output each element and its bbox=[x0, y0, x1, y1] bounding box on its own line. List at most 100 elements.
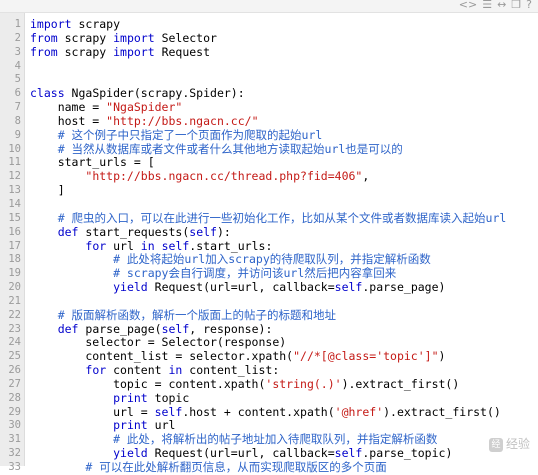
line-number: 19 bbox=[8, 267, 21, 280]
code-text: print topic bbox=[30, 390, 190, 406]
code-line: 5 bbox=[0, 73, 538, 87]
code-text: "http://bbs.ngacn.cc/thread.php?fid=406"… bbox=[30, 169, 369, 184]
line-number: 33 bbox=[8, 461, 21, 473]
line-number: 20 bbox=[8, 281, 21, 294]
code-text: # 爬虫的入口，可以在此进行一些初始化工作，比如从某个文件或者数据库读入起始ur… bbox=[30, 210, 507, 226]
code-line: 25 content_list = selector.xpath("//*[@c… bbox=[0, 349, 538, 364]
code-token: self bbox=[334, 280, 363, 295]
code-token: content bbox=[106, 363, 169, 378]
code-text: yield Request(url=url, callback=self.par… bbox=[30, 446, 453, 461]
code-token: for bbox=[85, 238, 107, 253]
code-token: Request bbox=[154, 44, 211, 59]
code-text: content_list = selector.xpath("//*[@clas… bbox=[30, 349, 445, 364]
code-line: 2 from scrapy import Selector bbox=[0, 30, 538, 46]
code-token: import bbox=[113, 44, 155, 59]
code-token: self bbox=[189, 224, 217, 239]
code-token: print bbox=[113, 418, 148, 433]
code-text: def parse_page(self, response): bbox=[30, 321, 273, 337]
copy-icon[interactable]: ❐ bbox=[511, 0, 521, 12]
line-number: 22 bbox=[8, 308, 21, 321]
line-number: 32 bbox=[8, 447, 21, 460]
code-line: 22 # 版面解析函数，解析一个版面上的帖子的标题和地址 bbox=[0, 308, 538, 323]
code-token: for bbox=[85, 363, 107, 378]
code-line: 14 bbox=[0, 198, 538, 212]
code-token: url bbox=[106, 238, 141, 253]
code-line: 19 # scrapy会自行调度，并访问该url然后把内容拿回来 bbox=[0, 266, 538, 281]
code-token: , response): bbox=[189, 321, 273, 336]
code-token: ): bbox=[216, 224, 231, 239]
code-token: from bbox=[30, 30, 58, 45]
line-number: 3 bbox=[14, 45, 21, 58]
code-token: start_urls = [ bbox=[30, 155, 155, 170]
code-token: self bbox=[334, 446, 363, 461]
code-line: 30 print url bbox=[0, 419, 538, 433]
line-number: 24 bbox=[8, 336, 21, 349]
code-token: ).extract_first() bbox=[341, 376, 460, 391]
code-token: print bbox=[113, 390, 148, 405]
code-token: Request(url=url, callback= bbox=[147, 446, 335, 461]
code-token: parse_page( bbox=[78, 321, 162, 336]
code-token: self bbox=[154, 404, 183, 419]
code-toolbar: <> ☰ ↔ ❐ ? bbox=[0, 0, 538, 13]
plain-text-icon[interactable]: ☰ bbox=[482, 0, 492, 12]
code-token: selector = Selector(response) bbox=[30, 335, 287, 350]
code-token: ] bbox=[30, 183, 65, 198]
code-view-icon[interactable]: <> bbox=[459, 0, 477, 12]
code-token: start_requests( bbox=[78, 224, 190, 239]
code-token: yield bbox=[113, 280, 148, 295]
line-number: 10 bbox=[8, 142, 21, 155]
line-number: 31 bbox=[8, 433, 21, 446]
code-line: 23 def parse_page(self, response): bbox=[0, 321, 538, 337]
code-line: 24 selector = Selector(response) bbox=[0, 335, 538, 350]
code-line: 13 ] bbox=[0, 183, 538, 198]
code-token: "NgaSpider" bbox=[106, 100, 183, 115]
line-number: 6 bbox=[14, 87, 21, 100]
code-token: host = bbox=[30, 113, 107, 128]
line-number: 7 bbox=[14, 101, 21, 114]
code-token: .parse_topic) bbox=[362, 446, 453, 461]
code-text: # 版面解析函数，解析一个版面上的帖子的标题和地址 bbox=[30, 308, 336, 323]
code-token: class bbox=[30, 86, 65, 101]
line-number: 4 bbox=[14, 59, 21, 72]
code-token: url bbox=[147, 418, 176, 433]
code-token: ).extract_first() bbox=[383, 404, 501, 419]
code-text: # 此处，将解析出的帖子地址加入待爬取队列，并指定解析函数 bbox=[30, 432, 438, 447]
code-token: # 爬虫的入口，可以在此进行一些初始化工作，比如从某个文件或者数据库读入起始ur… bbox=[30, 210, 507, 225]
code-token: scrapy bbox=[57, 30, 114, 45]
code-line: 31 # 此处，将解析出的帖子地址加入待爬取队列，并指定解析函数 bbox=[0, 432, 538, 447]
code-token: topic bbox=[147, 390, 190, 405]
code-token: # 此处，将解析出的帖子地址加入待爬取队列，并指定解析函数 bbox=[30, 432, 438, 447]
code-token: # 可以在此处解析翻页信息，从而实现爬取版区的多个页面 bbox=[30, 460, 387, 474]
code-text: def start_requests(self): bbox=[30, 224, 231, 240]
code-token: name = bbox=[30, 100, 107, 115]
code-text: # 此处将起始url加入scrapy的待爬取队列，并指定解析函数 bbox=[30, 252, 431, 267]
code-token: self bbox=[161, 238, 190, 253]
code-token: "//*[@class='topic']" bbox=[293, 349, 439, 364]
line-number: 12 bbox=[8, 170, 21, 183]
code-line: 26 for content in content_list: bbox=[0, 363, 538, 378]
code-line: 20 yield Request(url=url, callback=self.… bbox=[0, 280, 538, 295]
code-text: host = "http://bbs.ngacn.cc/" bbox=[30, 113, 259, 129]
code-token: 'string(.)' bbox=[265, 376, 342, 391]
line-number: 21 bbox=[8, 294, 21, 307]
code-token: # scrapy会自行调度，并访问该url然后把内容拿回来 bbox=[30, 266, 397, 281]
code-text: class NgaSpider(scrapy.Spider): bbox=[30, 86, 245, 101]
code-text: from scrapy import Request bbox=[30, 44, 211, 60]
code-text: import scrapy bbox=[30, 17, 120, 32]
help-icon[interactable]: ? bbox=[526, 0, 532, 12]
code-line: 17 for url in self.start_urls: bbox=[0, 238, 538, 254]
code-line: 29 url = self.host + content.xpath('@hre… bbox=[0, 404, 538, 420]
line-number: 16 bbox=[8, 225, 21, 238]
code-text: for url in self.start_urls: bbox=[30, 238, 272, 254]
expand-icon[interactable]: ↔ bbox=[497, 0, 506, 12]
code-line: 33 # 可以在此处解析翻页信息，从而实现爬取版区的多个页面 bbox=[0, 460, 538, 475]
line-number: 30 bbox=[8, 419, 21, 432]
code-token: # 此处将起始url加入scrapy的待爬取队列，并指定解析函数 bbox=[30, 252, 431, 267]
code-text: ] bbox=[30, 183, 65, 198]
